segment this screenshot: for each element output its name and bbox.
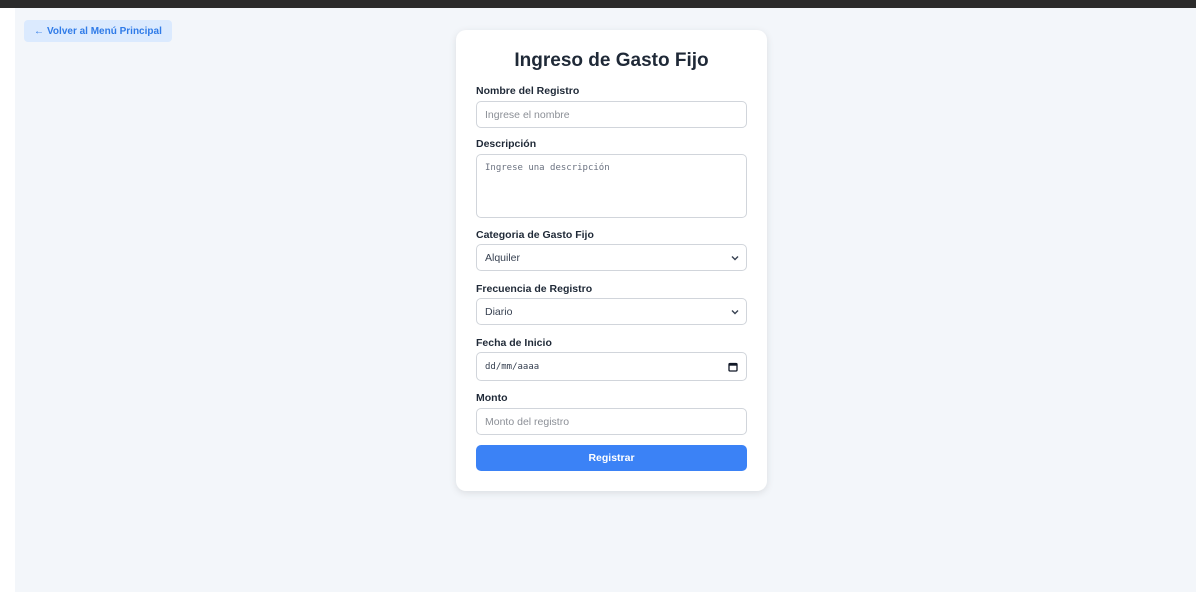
category-label: Categoria de Gasto Fijo	[476, 229, 594, 241]
start-date-label: Fecha de Inicio	[476, 337, 552, 349]
name-input[interactable]	[476, 101, 747, 128]
chevron-down-icon	[730, 307, 740, 317]
back-button-label: Volver al Menú Principal	[47, 25, 162, 37]
calendar-icon[interactable]	[727, 361, 738, 372]
frequency-selected-value: Diario	[485, 305, 513, 318]
start-date-placeholder: dd/mm/aaaa	[485, 361, 540, 372]
page-background: ← Volver al Menú Principal Ingreso de Ga…	[15, 8, 1196, 592]
arrow-left-icon: ←	[34, 25, 44, 37]
amount-input[interactable]	[476, 408, 747, 435]
description-textarea[interactable]	[476, 154, 747, 218]
back-to-main-menu-button[interactable]: ← Volver al Menú Principal	[24, 20, 172, 42]
chevron-down-icon	[730, 253, 740, 263]
name-label: Nombre del Registro	[476, 85, 580, 97]
amount-label: Monto	[476, 392, 508, 404]
frequency-select[interactable]: Diario	[476, 298, 747, 325]
category-select[interactable]: Alquiler	[476, 244, 747, 271]
register-button[interactable]: Registrar	[476, 445, 747, 471]
form-title: Ingreso de Gasto Fijo	[514, 50, 709, 71]
category-selected-value: Alquiler	[485, 251, 521, 264]
fixed-expense-form-card: Ingreso de Gasto Fijo Nombre del Registr…	[456, 30, 767, 491]
start-date-input[interactable]: dd/mm/aaaa	[476, 352, 747, 381]
frequency-label: Frecuencia de Registro	[476, 283, 593, 295]
window-top-bar	[0, 0, 1196, 8]
description-label: Descripción	[476, 138, 537, 150]
